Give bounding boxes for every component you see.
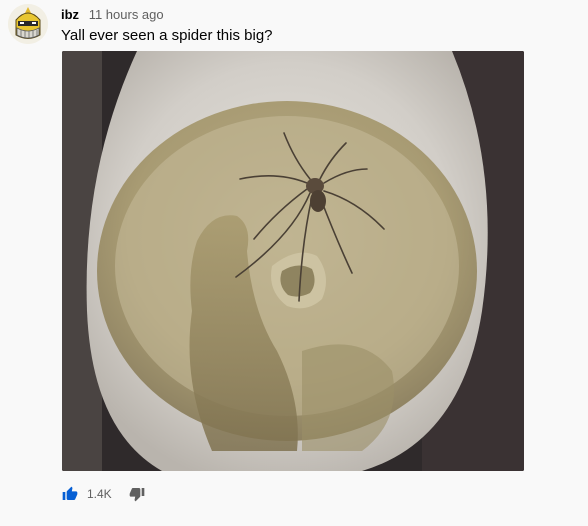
thumbs-up-icon[interactable] xyxy=(61,485,79,503)
comment-actions: 1.4K xyxy=(61,484,146,504)
comment-header: ibz 11 hours ago xyxy=(61,6,164,24)
comment-thread: ibz 11 hours ago Yall ever seen a spider… xyxy=(0,0,588,526)
spider-in-toilet-photo xyxy=(62,51,524,471)
comment-text: Yall ever seen a spider this big? xyxy=(61,27,273,44)
avatar[interactable] xyxy=(8,4,48,44)
comment-timestamp[interactable]: 11 hours ago xyxy=(89,7,164,22)
comment-image[interactable] xyxy=(62,51,524,471)
thumbs-down-icon[interactable] xyxy=(128,485,146,503)
knight-helmet-avatar-icon xyxy=(8,4,48,44)
author-name[interactable]: ibz xyxy=(61,7,79,22)
like-count: 1.4K xyxy=(87,487,112,501)
